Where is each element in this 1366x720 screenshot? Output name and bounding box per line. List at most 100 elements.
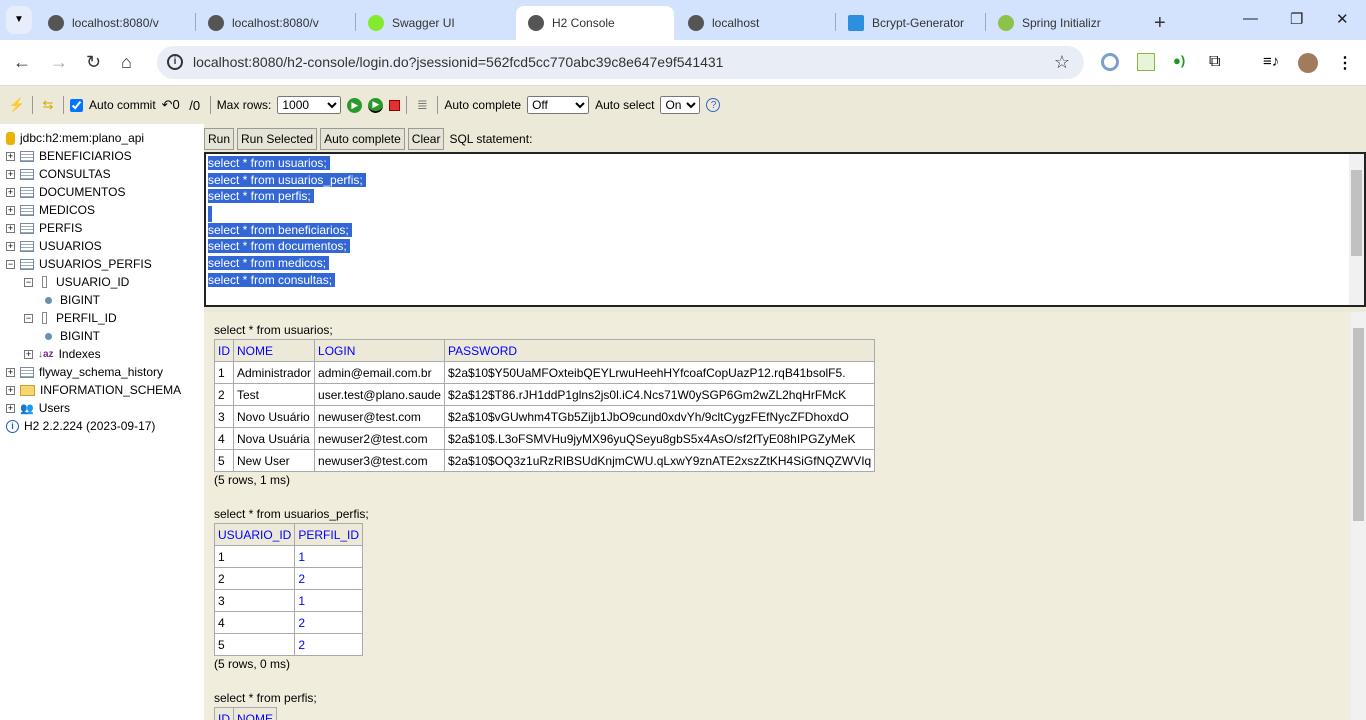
tab-search-button[interactable]: ▼ <box>6 6 32 34</box>
tab-title: localhost:8080/v <box>232 16 319 30</box>
table-cell[interactable]: 2 <box>294 567 364 590</box>
home-icon[interactable]: ⌂ <box>121 52 132 72</box>
expand-icon[interactable]: + <box>6 223 15 233</box>
indexes-icon: ↓az <box>38 348 54 360</box>
tab-1[interactable]: localhost:8080/v <box>196 6 354 40</box>
table-cell: 5 <box>214 449 234 472</box>
expand-icon[interactable]: + <box>6 403 15 413</box>
auto-select-select[interactable]: On <box>660 96 701 114</box>
forward-icon[interactable]: → <box>50 52 68 72</box>
disconnect-icon[interactable]: ⚡ <box>8 96 26 114</box>
new-tab-button[interactable]: + <box>1148 6 1172 40</box>
extension-sheets-icon[interactable] <box>1137 53 1155 71</box>
table-cell[interactable]: 1 <box>294 589 364 612</box>
tree-column[interactable]: − USUARIO_ID <box>6 273 204 291</box>
tab-6[interactable]: Spring Initializr <box>986 6 1144 40</box>
column-header[interactable]: USUARIO_ID <box>213 523 296 546</box>
expand-icon[interactable]: + <box>6 385 15 395</box>
expand-icon[interactable]: + <box>6 367 15 377</box>
tree-table[interactable]: + flyway_schema_history <box>6 363 204 381</box>
column-header[interactable]: LOGIN <box>314 339 445 362</box>
column-header[interactable]: ID <box>214 707 234 720</box>
expand-icon[interactable]: + <box>6 169 15 179</box>
tree-table[interactable]: + CONSULTAS <box>6 165 204 183</box>
sql-line: select * from consultas; <box>208 272 1362 290</box>
column-header[interactable]: ID <box>214 339 234 362</box>
table-cell[interactable]: 1 <box>294 545 364 568</box>
site-info-icon[interactable]: i <box>167 54 183 70</box>
tab-title: Bcrypt-Generator <box>872 16 964 30</box>
expand-icon[interactable]: + <box>6 187 15 197</box>
tree-table[interactable]: + PERFIS <box>6 219 204 237</box>
expand-icon[interactable]: + <box>6 241 15 251</box>
run-selected-button[interactable]: Run Selected <box>237 128 318 150</box>
auto-complete-select[interactable]: Off <box>527 96 590 114</box>
history-icon[interactable]: ≣ <box>413 96 431 114</box>
tree-users[interactable]: + 👥 Users <box>6 399 204 417</box>
address-bar[interactable]: i localhost:8080/h2-console/login.do?jse… <box>157 46 1084 79</box>
back-icon[interactable]: ← <box>13 52 31 72</box>
table-cell: 1 <box>213 545 296 568</box>
refresh-icon[interactable]: ⇆ <box>39 96 57 114</box>
tab-5[interactable]: Bcrypt-Generator <box>836 6 984 40</box>
table-name: MEDICOS <box>39 203 96 217</box>
minimize-button[interactable]: — <box>1243 10 1258 27</box>
column-header[interactable]: PASSWORD <box>443 339 876 362</box>
run-button[interactable]: Run <box>204 128 235 150</box>
tree-column[interactable]: − PERFIL_ID <box>6 309 204 327</box>
extension-audio-icon[interactable]: ●) <box>1173 53 1191 71</box>
tab-4[interactable]: localhost <box>676 6 834 40</box>
auto-commit-checkbox[interactable] <box>70 98 83 112</box>
bookmark-star-icon[interactable]: ☆ <box>1054 46 1070 79</box>
tree-table[interactable]: + DOCUMENTOS <box>6 183 204 201</box>
column-header[interactable]: NOME <box>233 707 277 720</box>
sql-input[interactable]: select * from usuarios; select * from usu… <box>204 152 1366 307</box>
tree-table[interactable]: + USUARIOS <box>6 237 204 255</box>
collapse-icon[interactable]: − <box>24 313 33 323</box>
spring-icon <box>998 15 1014 31</box>
tab-2[interactable]: Swagger UI <box>356 6 514 40</box>
tree-column-type[interactable]: BIGINT <box>6 291 204 309</box>
media-control-icon[interactable]: ≡♪ <box>1263 53 1281 71</box>
tree-database[interactable]: jdbc:h2:mem:plano_api <box>6 129 204 147</box>
tab-0[interactable]: localhost:8080/v <box>36 6 194 40</box>
restore-button[interactable]: ❐ <box>1290 10 1303 28</box>
clear-button[interactable]: Clear <box>407 128 445 150</box>
reload-icon[interactable]: ↻ <box>86 52 101 72</box>
expand-icon[interactable]: + <box>24 349 33 359</box>
stop-icon[interactable] <box>389 99 401 111</box>
collapse-icon[interactable]: − <box>6 259 15 269</box>
tab-3[interactable]: H2 Console <box>516 6 674 40</box>
max-rows-select[interactable]: 1000 <box>277 96 342 114</box>
table-cell: Novo Usuário <box>232 405 316 428</box>
run-icon[interactable]: ▶ <box>347 97 363 113</box>
column-header[interactable]: PERFIL_ID <box>294 523 364 546</box>
expand-icon[interactable]: + <box>6 151 15 161</box>
help-icon[interactable]: ? <box>706 98 721 112</box>
rollback-icon[interactable]: ↶0 <box>162 96 180 114</box>
run-selected-icon[interactable]: ▶ <box>368 97 384 113</box>
tree-table[interactable]: + MEDICOS <box>6 201 204 219</box>
tab-title: Swagger UI <box>392 16 455 30</box>
tree-schema[interactable]: + INFORMATION_SCHEMA <box>6 381 204 399</box>
results-scrollbar[interactable] <box>1351 312 1366 720</box>
table-cell[interactable]: 2 <box>294 611 364 634</box>
commit-icon[interactable]: /0 <box>186 96 204 114</box>
sql-scrollbar[interactable] <box>1349 154 1364 305</box>
menu-kebab-icon[interactable]: ⋮ <box>1337 53 1355 72</box>
table-cell[interactable]: 2 <box>294 633 364 656</box>
folder-icon <box>20 384 35 396</box>
expand-icon[interactable]: + <box>6 205 15 215</box>
collapse-icon[interactable]: − <box>24 277 33 287</box>
column-header[interactable]: NOME <box>232 339 316 362</box>
tree-table[interactable]: + BENEFICIARIOS <box>6 147 204 165</box>
tree-column-type[interactable]: BIGINT <box>6 327 204 345</box>
tree-table-expanded[interactable]: − USUARIOS_PERFIS <box>6 255 204 273</box>
extensions-puzzle-icon[interactable]: ⧉ <box>1209 53 1227 71</box>
tree-indexes[interactable]: + ↓az Indexes <box>6 345 204 363</box>
close-window-button[interactable]: ✕ <box>1336 10 1349 28</box>
table-cell: $2a$10$vGUwhm4TGb5Zijb1JbO9cund0xdvYh/9c… <box>443 405 876 428</box>
avatar[interactable] <box>1298 53 1318 73</box>
extension-icon[interactable] <box>1101 53 1119 71</box>
auto-complete-button[interactable]: Auto complete <box>320 128 405 150</box>
